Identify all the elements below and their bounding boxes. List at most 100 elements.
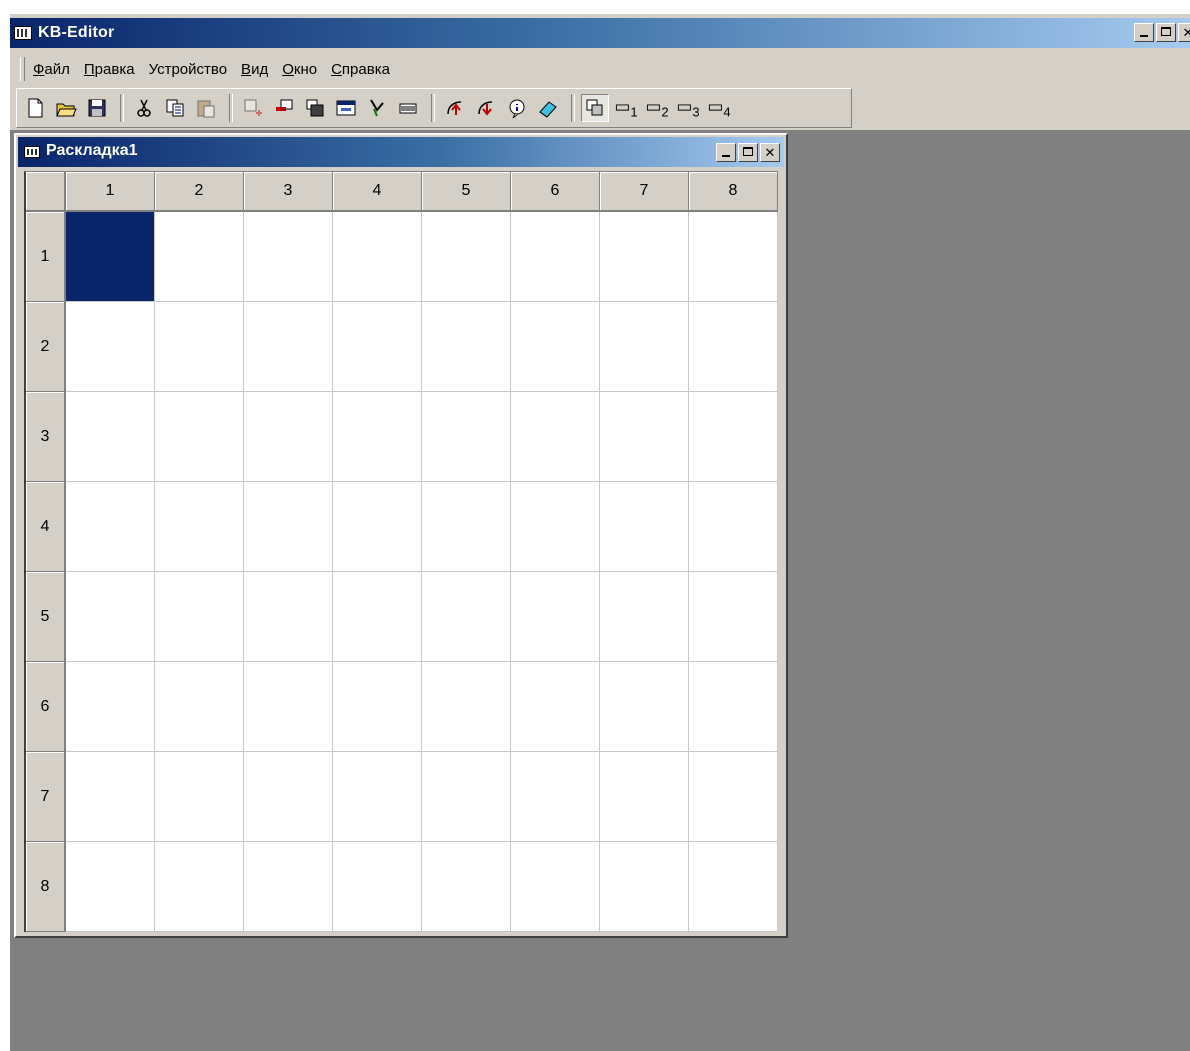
main-title-bar[interactable]: KB-Editor (10, 18, 1190, 48)
row-header[interactable]: 4 (26, 482, 66, 572)
macro-button[interactable] (363, 94, 391, 122)
grid-cell[interactable] (244, 212, 333, 302)
row-header[interactable]: 1 (26, 212, 66, 302)
row-header[interactable]: 8 (26, 842, 66, 932)
menu-device[interactable]: Устройство (149, 61, 227, 78)
grid-cell[interactable] (155, 842, 244, 932)
grid-cell[interactable] (689, 302, 778, 392)
maximize-button[interactable] (1156, 23, 1176, 42)
grid-cell[interactable] (244, 842, 333, 932)
cut-button[interactable] (130, 94, 158, 122)
grid-cell[interactable] (600, 572, 689, 662)
grid-corner[interactable] (26, 172, 66, 212)
layer-2-button[interactable]: ▭2 (643, 94, 671, 122)
mdi-workspace[interactable]: Раскладка1 1234567812345678 (10, 131, 1190, 1051)
layer-all-button[interactable] (581, 94, 609, 122)
layout-window-title-bar[interactable]: Раскладка1 (18, 137, 784, 167)
grid-cell[interactable] (600, 302, 689, 392)
grid-cell[interactable] (689, 842, 778, 932)
column-header[interactable]: 8 (689, 172, 778, 212)
grid-cell[interactable] (600, 482, 689, 572)
layout-close-button[interactable] (760, 143, 780, 162)
grid-cell[interactable] (333, 482, 422, 572)
grid-cell[interactable] (244, 572, 333, 662)
grid-cell[interactable] (422, 302, 511, 392)
column-header[interactable]: 6 (511, 172, 600, 212)
copy-button[interactable] (161, 94, 189, 122)
row-header[interactable]: 5 (26, 572, 66, 662)
grid-cell[interactable] (422, 212, 511, 302)
grid-cell[interactable] (244, 662, 333, 752)
grid-cell[interactable] (511, 842, 600, 932)
grid-cell[interactable] (689, 482, 778, 572)
grid-cell[interactable] (244, 302, 333, 392)
menu-help[interactable]: Справка (331, 61, 390, 78)
column-header[interactable]: 1 (66, 172, 155, 212)
grid-cell[interactable] (244, 482, 333, 572)
grid-cell[interactable] (511, 302, 600, 392)
grid-cell[interactable] (333, 212, 422, 302)
save-file-button[interactable] (83, 94, 111, 122)
column-header[interactable]: 3 (244, 172, 333, 212)
grid-cell[interactable] (333, 302, 422, 392)
grid-cell[interactable] (422, 572, 511, 662)
grid-cell[interactable] (600, 842, 689, 932)
grid-cell[interactable] (422, 392, 511, 482)
grid-cell[interactable] (511, 212, 600, 302)
menu-file[interactable]: Файл (33, 61, 70, 78)
grid-cell[interactable] (689, 212, 778, 302)
grid-cell[interactable] (600, 212, 689, 302)
grid-cell[interactable] (244, 752, 333, 842)
grid-cell[interactable] (422, 482, 511, 572)
grid-cell[interactable] (333, 572, 422, 662)
upload-to-device-button[interactable] (441, 94, 469, 122)
delete-key-button[interactable] (270, 94, 298, 122)
grid-cell[interactable] (66, 302, 155, 392)
grid-cell[interactable] (689, 572, 778, 662)
grid-cell[interactable] (511, 392, 600, 482)
minimize-button[interactable] (1134, 23, 1154, 42)
close-button[interactable] (1178, 23, 1190, 42)
key-properties-button[interactable] (301, 94, 329, 122)
grid-cell[interactable] (333, 752, 422, 842)
download-from-device-button[interactable] (472, 94, 500, 122)
menu-view[interactable]: Вид (241, 61, 268, 78)
new-file-button[interactable] (21, 94, 49, 122)
grid-cell[interactable] (155, 212, 244, 302)
grid-cell[interactable] (333, 662, 422, 752)
grid-cell[interactable] (244, 392, 333, 482)
paste-button[interactable] (192, 94, 220, 122)
grid-cell-selected[interactable] (66, 212, 155, 302)
grid-cell[interactable] (600, 752, 689, 842)
menu-grip[interactable] (20, 57, 25, 81)
layout-maximize-button[interactable] (738, 143, 758, 162)
grid-cell[interactable] (422, 662, 511, 752)
grid-cell[interactable] (689, 392, 778, 482)
column-header[interactable]: 2 (155, 172, 244, 212)
grid-cell[interactable] (333, 392, 422, 482)
grid-cell[interactable] (422, 752, 511, 842)
layer-4-button[interactable]: ▭4 (705, 94, 733, 122)
row-header[interactable]: 6 (26, 662, 66, 752)
grid-cell[interactable] (333, 842, 422, 932)
grid-cell[interactable] (511, 752, 600, 842)
grid-cell[interactable] (66, 482, 155, 572)
grid-cell[interactable] (66, 662, 155, 752)
app-keyboard-icon[interactable] (14, 26, 32, 40)
device-info-button[interactable] (503, 94, 531, 122)
grid-cell[interactable] (689, 662, 778, 752)
layout-minimize-button[interactable] (716, 143, 736, 162)
grid-cell[interactable] (66, 752, 155, 842)
grid-cell[interactable] (155, 392, 244, 482)
grid-cell[interactable] (66, 572, 155, 662)
layer-1-button[interactable]: ▭1 (612, 94, 640, 122)
column-header[interactable]: 7 (600, 172, 689, 212)
grid-cell[interactable] (66, 842, 155, 932)
grid-cell[interactable] (155, 302, 244, 392)
menu-edit[interactable]: Правка (84, 61, 135, 78)
grid-cell[interactable] (155, 482, 244, 572)
layer-3-button[interactable]: ▭3 (674, 94, 702, 122)
open-file-button[interactable] (52, 94, 80, 122)
grid-cell[interactable] (600, 392, 689, 482)
grid-cell[interactable] (66, 392, 155, 482)
